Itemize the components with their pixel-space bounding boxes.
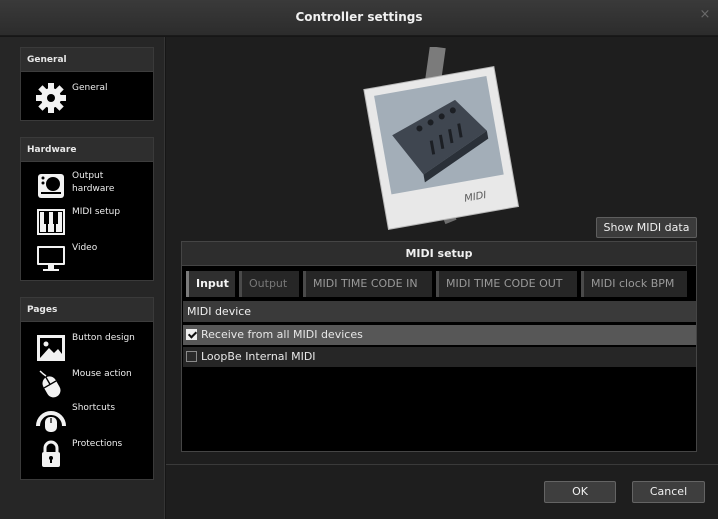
- pages-panel-heading: Pages: [21, 298, 153, 322]
- list-item[interactable]: LoopBe Internal MIDI: [183, 347, 696, 367]
- column-header-midi-device: MIDI device: [183, 301, 696, 322]
- sidebar-item-label: Video: [72, 243, 98, 253]
- hardware-panel-heading: Hardware: [21, 138, 153, 162]
- tab-input[interactable]: Input: [186, 271, 235, 297]
- sidebar-item-label: Protections: [72, 439, 123, 449]
- sidebar-item-label: Shortcuts: [72, 403, 116, 413]
- image-icon: [37, 335, 65, 361]
- show-midi-data-button[interactable]: Show MIDI data: [596, 217, 697, 238]
- tab-midi-clock-bpm[interactable]: MIDI clock BPM: [581, 271, 687, 297]
- sidebar-item-shortcuts[interactable]: Shortcuts: [35, 402, 153, 436]
- list-item[interactable]: Receive from all MIDI devices: [183, 325, 696, 345]
- sidebar: General General Hardware Output hardware…: [0, 37, 165, 519]
- tab-midi-time-code-out[interactable]: MIDI TIME CODE OUT: [436, 271, 577, 297]
- pages-panel: Pages Button design Mouse action Shortcu…: [20, 297, 154, 480]
- title-bar: Controller settings ×: [0, 0, 718, 36]
- sidebar-item-label: Output hardware: [72, 171, 115, 194]
- sidebar-item-button-design[interactable]: Button design: [35, 332, 153, 366]
- window-title: Controller settings: [295, 10, 423, 24]
- divider: [166, 464, 718, 465]
- midi-preview-photo: MIDI: [361, 46, 521, 247]
- sidebar-item-output-hardware[interactable]: Output hardware: [35, 170, 153, 204]
- gear-icon: [36, 83, 66, 113]
- sidebar-item-video[interactable]: Video: [35, 242, 153, 276]
- sidebar-item-general[interactable]: General: [35, 82, 153, 116]
- piano-keys-icon: [37, 209, 65, 235]
- sidebar-item-midi-setup[interactable]: MIDI setup: [35, 206, 153, 240]
- sidebar-item-protections[interactable]: Protections: [35, 438, 153, 472]
- ok-button[interactable]: OK: [544, 481, 616, 503]
- mouse-icon: [39, 370, 61, 398]
- tab-midi-time-code-in[interactable]: MIDI TIME CODE IN: [303, 271, 432, 297]
- device-label: Receive from all MIDI devices: [201, 328, 363, 341]
- checkbox[interactable]: [186, 351, 197, 362]
- midi-setup-panel: MIDI setup Input Output MIDI TIME CODE I…: [181, 241, 697, 452]
- sidebar-item-label: Mouse action: [72, 369, 132, 379]
- main-content: MIDI Show MIDI data MIDI setup Input Out…: [166, 37, 718, 519]
- sidebar-item-mouse-action[interactable]: Mouse action: [35, 368, 153, 402]
- cancel-button[interactable]: Cancel: [632, 481, 705, 503]
- lock-icon: [42, 440, 60, 467]
- sidebar-item-label: General: [72, 83, 108, 93]
- output-hardware-icon: [38, 174, 64, 198]
- tab-output[interactable]: Output: [239, 271, 299, 297]
- sidebar-item-label: Button design: [72, 333, 135, 343]
- close-icon[interactable]: ×: [698, 8, 712, 22]
- device-label: LoopBe Internal MIDI: [201, 350, 316, 363]
- shortcuts-icon: [36, 411, 66, 432]
- general-panel: General General: [20, 47, 154, 121]
- midi-setup-heading: MIDI setup: [182, 242, 696, 266]
- checkbox[interactable]: [186, 329, 197, 340]
- monitor-icon: [37, 246, 65, 271]
- hardware-panel: Hardware Output hardware MIDI setup Vide…: [20, 137, 154, 281]
- sidebar-item-label: MIDI setup: [72, 207, 121, 217]
- general-panel-heading: General: [21, 48, 153, 72]
- midi-tabs: Input Output MIDI TIME CODE IN MIDI TIME…: [186, 271, 696, 297]
